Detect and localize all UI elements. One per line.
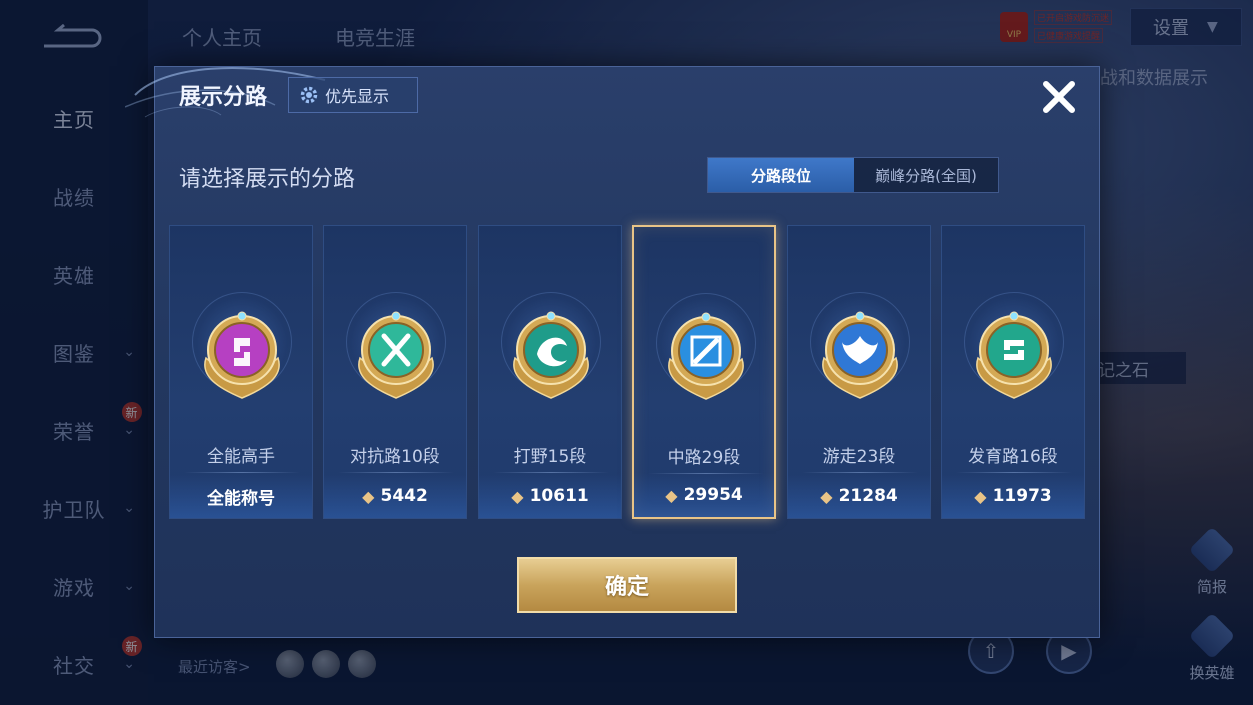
lane-card-name: 发育路16段 <box>968 447 1058 467</box>
lane-card[interactable]: 全能高手 全能称号 <box>169 225 313 519</box>
confirm-button[interactable]: 确定 <box>517 557 737 613</box>
all-round-emblem-icon <box>196 302 288 402</box>
divider <box>802 472 918 473</box>
select-prompt: 请选择展示的分路 <box>179 167 356 192</box>
lane-card-name: 中路29段 <box>667 448 741 468</box>
lane-card[interactable]: 对抗路10段 ◆ 5442 <box>323 225 467 519</box>
lane-card-footer: ◆ 5442 <box>324 474 466 518</box>
points-icon: ◆ <box>665 485 678 505</box>
tab-peak-lane-national[interactable]: 巅峰分路(全国) <box>854 158 998 192</box>
divider <box>493 472 609 473</box>
lane-card-name: 打野15段 <box>513 447 587 467</box>
lane-card[interactable]: 发育路16段 ◆ 11973 <box>941 225 1085 519</box>
title-label: 全能称号 <box>207 488 275 509</box>
lane-card-name: 游走23段 <box>822 447 896 467</box>
lane-card[interactable]: 游走23段 ◆ 21284 <box>787 225 931 519</box>
lane-points-value: 5442 <box>380 486 428 506</box>
lane-card-name: 对抗路10段 <box>350 447 440 467</box>
gear-icon <box>300 86 318 104</box>
close-button[interactable] <box>1039 77 1079 117</box>
clash-lane-emblem-icon <box>350 302 442 402</box>
tab-lane-rank[interactable]: 分路段位 <box>708 158 854 192</box>
points-icon: ◆ <box>820 486 833 506</box>
divider <box>184 472 300 473</box>
farm-lane-emblem-icon <box>968 302 1060 402</box>
lane-points-value: 29954 <box>683 485 743 505</box>
jungle-emblem-icon <box>505 302 597 402</box>
points-icon: ◆ <box>511 486 524 506</box>
lane-points-value: 10611 <box>529 486 589 506</box>
points-icon: ◆ <box>362 486 375 506</box>
divider <box>338 472 454 473</box>
lane-card-footer: ◆ 29954 <box>634 473 774 517</box>
dialog-title: 展示分路 <box>179 85 268 110</box>
lane-mode-toggle: 分路段位 巅峰分路(全国) <box>707 157 999 193</box>
mid-lane-emblem-icon <box>660 303 752 403</box>
divider <box>956 472 1072 473</box>
priority-display-label: 优先显示 <box>325 87 390 106</box>
lane-card-list: 全能高手 全能称号 对抗路10段 ◆ 5442 打野15段 ◆ 10611 中路29段 ◆ 2… <box>169 225 1089 521</box>
priority-display-button[interactable]: 优先显示 <box>288 77 418 113</box>
lane-points-value: 11973 <box>992 486 1052 506</box>
lane-card-footer: ◆ 11973 <box>942 474 1084 518</box>
roam-emblem-icon <box>814 302 906 402</box>
lane-points-value: 21284 <box>838 486 898 506</box>
lane-card-footer: ◆ 21284 <box>788 474 930 518</box>
lane-card-footer: ◆ 10611 <box>479 474 621 518</box>
close-icon <box>1043 81 1075 113</box>
points-icon: ◆ <box>974 486 987 506</box>
lane-card-footer: 全能称号 <box>170 474 312 518</box>
lane-card[interactable]: 中路29段 ◆ 29954 <box>632 225 776 519</box>
lane-card[interactable]: 打野15段 ◆ 10611 <box>478 225 622 519</box>
lane-card-name: 全能高手 <box>207 447 275 467</box>
lane-display-dialog: 展示分路 优先显示 请选择展示的分路 分路段位 巅峰分路(全国) 全能高手全能称… <box>125 66 1100 638</box>
